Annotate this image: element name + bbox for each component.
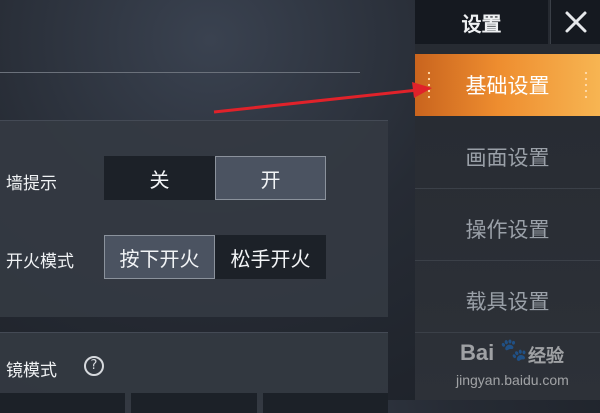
- dots-decoration: [584, 70, 588, 100]
- fire-on-release-button[interactable]: 松手开火: [215, 235, 326, 279]
- wall-hint-label: 墙提示: [6, 174, 57, 194]
- dots-decoration: [427, 70, 431, 100]
- paw-icon: 🐾: [500, 338, 528, 363]
- watermark-text: 经验: [528, 346, 564, 367]
- nav-item-basic-settings[interactable]: 基础设置: [415, 54, 600, 116]
- nav-item-label: 画面设置: [465, 146, 550, 170]
- scope-option[interactable]: [131, 393, 257, 413]
- wall-hint-off-button[interactable]: 关: [104, 156, 215, 200]
- nav-item-label: 操作设置: [465, 218, 550, 242]
- top-divider: [0, 72, 360, 73]
- scope-mode-options: [0, 393, 388, 413]
- help-icon[interactable]: ?: [84, 356, 104, 376]
- watermark-url: jingyan.baidu.com: [456, 372, 569, 388]
- nav-item-label: 载具设置: [465, 290, 550, 314]
- fire-mode-toggle: 按下开火 松手开火: [104, 235, 326, 279]
- wall-hint-on-button[interactable]: 开: [215, 156, 326, 200]
- settings-panel-main: 墙提示 关 开 开火模式 按下开火 松手开火: [0, 120, 388, 317]
- close-icon: [565, 11, 587, 33]
- nav-item-controls-settings[interactable]: 操作设置: [415, 198, 600, 261]
- nav-item-graphics-settings[interactable]: 画面设置: [415, 126, 600, 189]
- nav-item-label: 基础设置: [465, 74, 550, 98]
- watermark: Bai 🐾 经验 jingyan.baidu.com: [448, 338, 598, 398]
- settings-title: 设置: [415, 0, 548, 44]
- watermark-brand: Bai: [460, 340, 495, 365]
- fire-on-press-button[interactable]: 按下开火: [104, 235, 215, 279]
- settings-panel-scope: 镜模式 ?: [0, 332, 388, 413]
- scope-option[interactable]: [0, 393, 126, 413]
- wall-hint-toggle: 关 开: [104, 156, 326, 200]
- fire-mode-label: 开火模式: [6, 252, 74, 272]
- scope-option[interactable]: [262, 393, 388, 413]
- nav-item-vehicle-settings[interactable]: 载具设置: [415, 270, 600, 333]
- close-button[interactable]: [550, 0, 600, 44]
- scope-mode-label: 镜模式: [6, 361, 57, 381]
